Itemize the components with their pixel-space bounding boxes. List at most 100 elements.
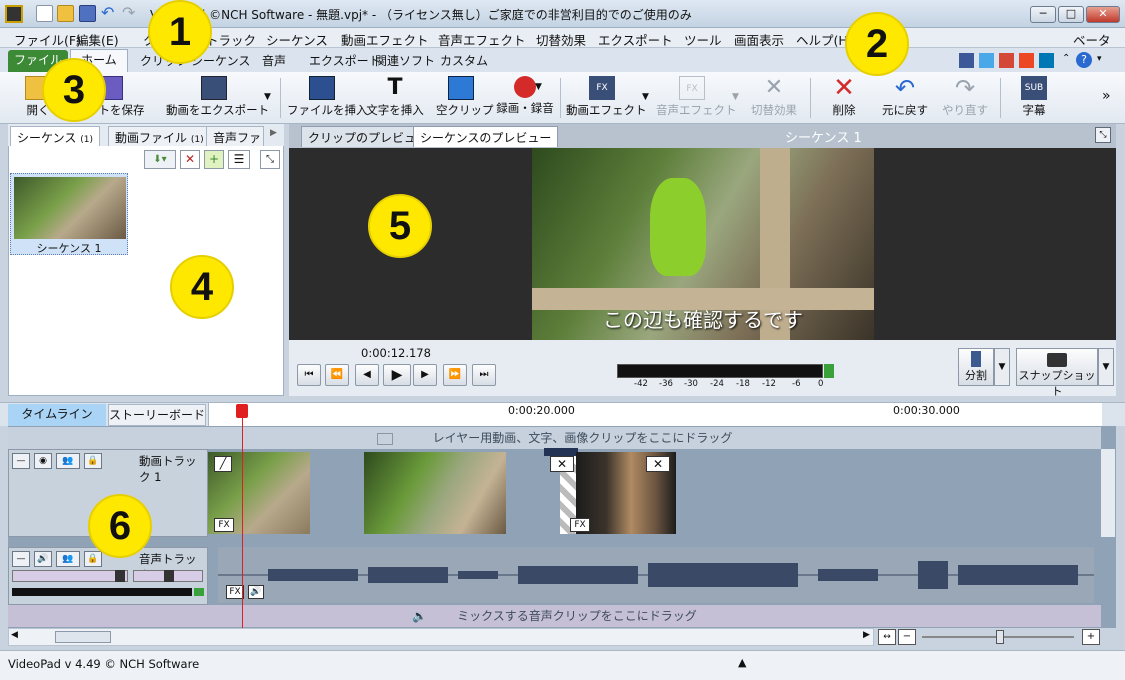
help-dropdown-icon[interactable]: ▾: [1097, 54, 1102, 64]
redo-icon[interactable]: ↷: [122, 5, 139, 22]
menu-audio-effects[interactable]: 音声エフェクト: [438, 30, 526, 49]
tab-custom[interactable]: カスタム: [440, 52, 488, 69]
undo-icon[interactable]: ↶: [101, 5, 118, 22]
video-effects-dropdown-icon[interactable]: ▼: [642, 92, 649, 102]
video-clip[interactable]: ✕ FX: [570, 452, 676, 534]
audio-effects-button[interactable]: FX 音声エフェクト: [656, 74, 737, 122]
more-tools-icon[interactable]: »: [1102, 88, 1111, 104]
audio-drop-zone[interactable]: 🔉 ミックスする音声クリップをここにドラッグ: [8, 605, 1101, 627]
pan-slider[interactable]: [133, 570, 203, 582]
insert-file-button[interactable]: ファイルを挿入: [287, 74, 368, 122]
insert-text-button[interactable]: T 文字を挿入: [364, 74, 426, 122]
open-folder-icon[interactable]: [57, 5, 74, 22]
record-button[interactable]: 録画・録音: [494, 74, 556, 122]
snapshot-button[interactable]: スナップショット: [1016, 348, 1098, 398]
tab-scroll-right-icon[interactable]: ▶: [270, 128, 277, 138]
menu-file[interactable]: ファイル(F): [14, 30, 81, 49]
split-dropdown-button[interactable]: ▼: [994, 348, 1010, 386]
go-to-end-button[interactable]: ⏭: [472, 364, 496, 386]
group-people-icon[interactable]: 👥: [56, 551, 80, 567]
collapse-ribbon-icon[interactable]: ⌃: [1062, 53, 1070, 64]
tab-audio[interactable]: 音声: [262, 52, 286, 69]
visibility-eye-icon[interactable]: ◉: [34, 453, 52, 469]
tab-storyboard[interactable]: ストーリーボード: [108, 404, 206, 426]
collapse-track-button[interactable]: —: [12, 551, 30, 567]
maximize-button[interactable]: □: [1058, 6, 1084, 23]
zoom-slider[interactable]: [922, 630, 1074, 644]
overlay-drop-zone[interactable]: レイヤー用動画、文字、画像クリップをここにドラッグ: [8, 427, 1101, 449]
linkedin-icon[interactable]: [1039, 53, 1054, 68]
timeline-ruler[interactable]: [208, 403, 1102, 427]
volume-slider-thumb[interactable]: [115, 570, 125, 582]
beta-label[interactable]: ベータ: [1073, 30, 1111, 49]
step-forward-button[interactable]: ▶: [413, 364, 437, 386]
play-button[interactable]: ▶: [383, 364, 411, 386]
menu-edit[interactable]: 編集(E): [76, 30, 119, 49]
playhead-handle[interactable]: [236, 404, 248, 418]
zoom-in-icon[interactable]: +: [1082, 629, 1100, 645]
fit-timeline-icon[interactable]: ↔: [878, 629, 896, 645]
stumbleupon-icon[interactable]: [1019, 53, 1034, 68]
video-track-scrollbar[interactable]: [1101, 449, 1115, 537]
video-effects-button[interactable]: FX 動画エフェクト: [566, 74, 647, 122]
step-back-button[interactable]: ◀: [355, 364, 379, 386]
clip-fx-button[interactable]: FX: [214, 518, 234, 532]
menu-video-effects[interactable]: 動画エフェクト: [341, 30, 429, 49]
pan-slider-thumb[interactable]: [164, 570, 174, 582]
split-button[interactable]: 分割: [958, 348, 994, 386]
google-plus-icon[interactable]: [999, 53, 1014, 68]
video-clip[interactable]: ╱ FX: [208, 452, 310, 534]
volume-slider[interactable]: [12, 570, 128, 582]
snapshot-dropdown-button[interactable]: ▼: [1098, 348, 1114, 386]
collapse-track-button[interactable]: —: [12, 453, 30, 469]
tab-sequences[interactable]: シーケンス (1): [10, 126, 100, 146]
clip-fx-button[interactable]: FX: [570, 518, 590, 532]
tab-sequence-preview[interactable]: シーケンスのプレビュー: [413, 126, 559, 147]
menu-sequence[interactable]: シーケンス: [266, 30, 328, 49]
save-icon[interactable]: [79, 5, 96, 22]
record-dropdown-icon[interactable]: ▼: [535, 82, 542, 92]
tab-timeline[interactable]: タイムライン: [8, 404, 106, 426]
minimize-button[interactable]: ─: [1030, 6, 1056, 23]
import-dropdown-icon[interactable]: ⬇▾: [144, 150, 176, 169]
detach-panel-icon[interactable]: ⤡: [260, 150, 280, 169]
subtitle-button[interactable]: SUB 字幕: [1012, 74, 1056, 122]
go-to-start-button[interactable]: ⏮: [297, 364, 321, 386]
lock-icon[interactable]: 🔒: [84, 551, 102, 567]
twitter-icon[interactable]: [979, 53, 994, 68]
next-marker-button[interactable]: ⏩: [443, 364, 467, 386]
scroll-right-icon[interactable]: ▶: [863, 630, 870, 640]
tab-audio-files[interactable]: 音声ファ: [206, 126, 264, 146]
undo-button[interactable]: ↶ 元に戻す: [878, 74, 932, 122]
app-icon[interactable]: [5, 5, 23, 23]
new-file-icon[interactable]: [36, 5, 53, 22]
transition-button[interactable]: ✕ 切替効果: [748, 74, 800, 122]
menu-tools[interactable]: ツール: [684, 30, 722, 49]
export-dropdown-icon[interactable]: ▼: [264, 92, 271, 102]
expand-panel-icon[interactable]: ▲: [738, 656, 746, 669]
speaker-icon[interactable]: 🔊: [34, 551, 52, 567]
timeline-horizontal-scrollbar[interactable]: ◀ ▶: [8, 628, 874, 646]
help-icon[interactable]: ?: [1076, 52, 1092, 68]
scroll-thumb[interactable]: [55, 631, 111, 643]
group-people-icon[interactable]: 👥: [56, 453, 80, 469]
lock-icon[interactable]: 🔒: [84, 453, 102, 469]
zoom-out-icon[interactable]: −: [898, 629, 916, 645]
tab-video-files[interactable]: 動画ファイル (1): [108, 126, 211, 146]
tab-export[interactable]: エクスポート: [309, 52, 381, 69]
tab-related-software[interactable]: 関連ソフト: [375, 52, 435, 69]
menu-view[interactable]: 画面表示: [734, 30, 784, 49]
close-button[interactable]: ✕: [1086, 6, 1120, 23]
transition-icon[interactable]: ✕: [550, 456, 574, 472]
audio-clip-speaker-icon[interactable]: 🔊: [248, 585, 264, 599]
scroll-left-icon[interactable]: ◀: [11, 630, 18, 640]
add-bin-icon[interactable]: +: [204, 150, 224, 169]
menu-track[interactable]: トラック: [206, 30, 256, 49]
menu-transitions[interactable]: 切替効果: [536, 30, 586, 49]
zoom-slider-thumb[interactable]: [996, 630, 1004, 644]
audio-effects-dropdown-icon[interactable]: ▼: [732, 92, 739, 102]
fade-in-icon[interactable]: ╱: [214, 456, 232, 472]
delete-button[interactable]: ✕ 削除: [822, 74, 866, 122]
facebook-icon[interactable]: [959, 53, 974, 68]
undock-preview-icon[interactable]: ⤡: [1095, 127, 1111, 143]
